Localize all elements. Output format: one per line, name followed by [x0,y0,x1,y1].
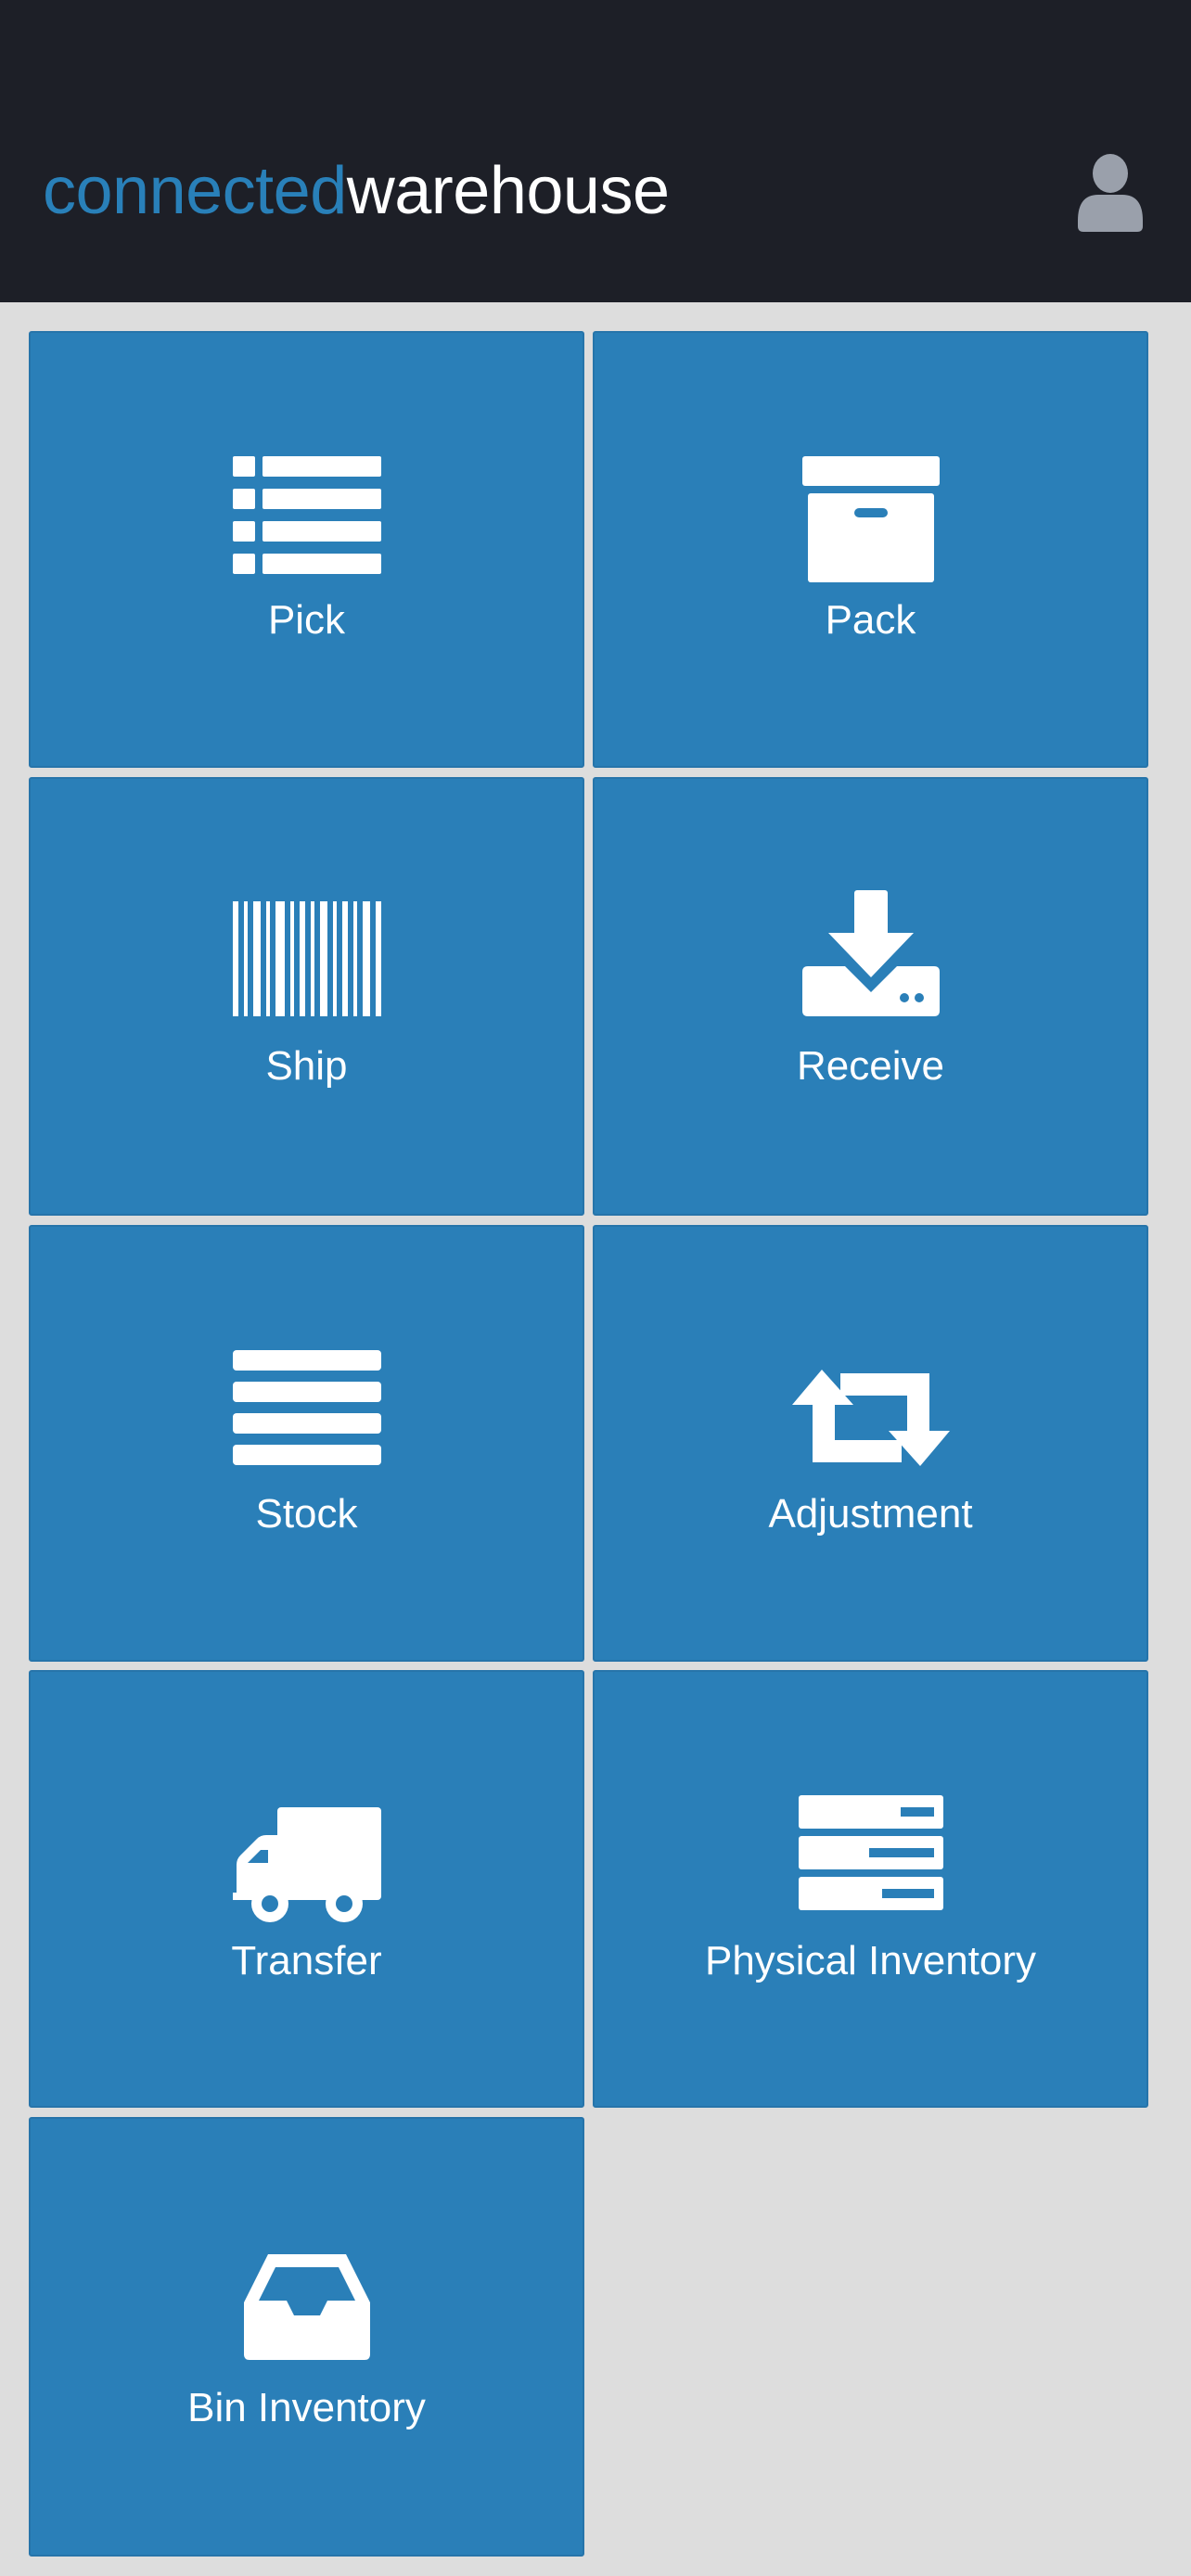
tile-label: Ship [265,1043,348,1089]
download-tray-icon [801,890,940,1016]
truck-icon [232,1807,381,1922]
tile-label: Stock [255,1491,358,1537]
brand-logo: connectedwarehouse [43,148,670,234]
tile-bin-inventory[interactable]: Bin Inventory [29,2117,584,2557]
lines-icon [232,1350,381,1465]
tile-transfer[interactable]: Transfer [29,1670,584,2108]
tile-label: Receive [797,1043,944,1089]
server-stack-icon [798,1795,943,1910]
brand-warehouse: warehouse [346,154,670,228]
tile-label: Transfer [231,1938,382,1983]
tile-receive[interactable]: Receive [593,777,1148,1216]
list-icon [232,456,381,574]
app-header: connectedwarehouse [0,0,1191,302]
tile-adjustment[interactable]: Adjustment [593,1225,1148,1662]
tile-label: Adjustment [768,1491,973,1537]
tile-pack[interactable]: Pack [593,331,1148,768]
archive-box-icon [801,456,940,582]
tile-stock[interactable]: Stock [29,1225,584,1662]
tile-label: Pick [267,597,346,643]
tile-physical-inventory[interactable]: Physical Inventory [593,1670,1148,2108]
brand-connected: connected [43,154,347,228]
tile-pick[interactable]: Pick [29,331,584,768]
tile-label: Bin Inventory [187,2385,426,2430]
tile-label: Pack [825,597,916,643]
barcode-icon [232,901,381,1016]
user-account-button[interactable] [1074,154,1146,232]
tile-label: Physical Inventory [704,1938,1037,1983]
tile-ship[interactable]: Ship [29,777,584,1216]
user-icon [1078,154,1143,232]
retweet-arrows-icon [791,1370,950,1466]
inbox-tray-icon [243,2254,370,2360]
